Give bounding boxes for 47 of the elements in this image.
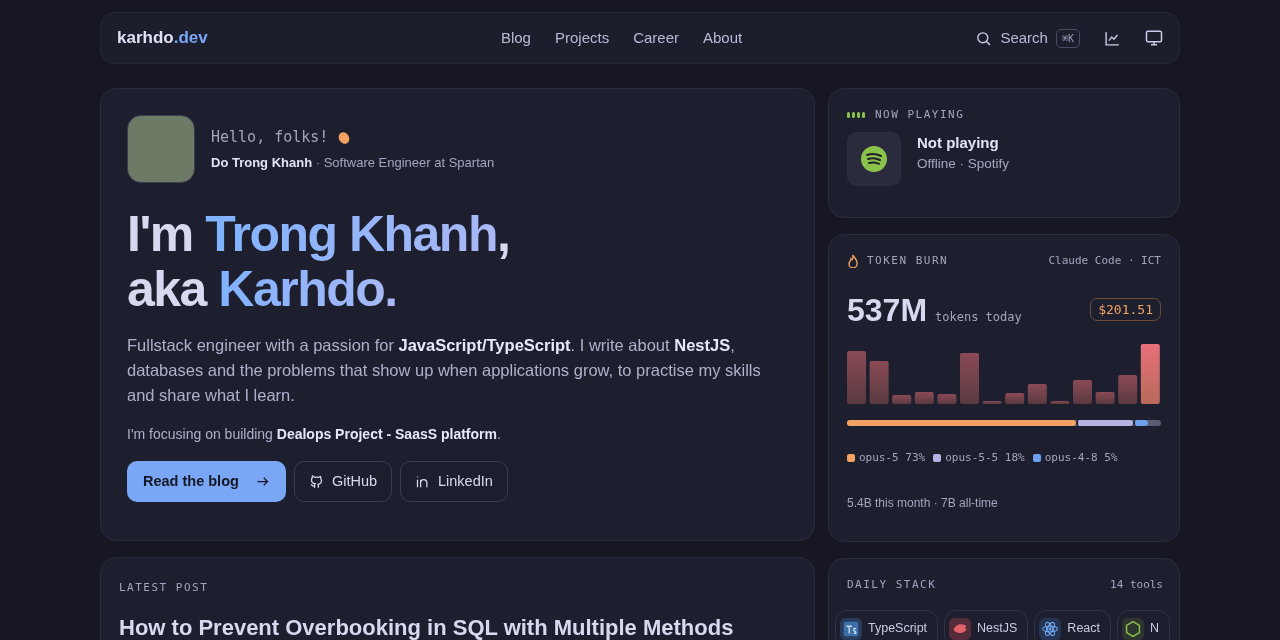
nav-link[interactable]: Blog bbox=[500, 26, 531, 50]
post-title[interactable]: How to Prevent Overbooking in SQL with Multiple Methods bbox=[119, 610, 796, 640]
author-name: Do Trong Khanh bbox=[211, 154, 313, 170]
source-label: Claude Code · ICT bbox=[1048, 253, 1161, 269]
headline: I'm Trong Khanh, aka Karhdo. bbox=[127, 207, 511, 317]
section-label: NOW PLAYING bbox=[875, 107, 965, 123]
equalizer-icon bbox=[847, 112, 867, 119]
linkedin-button[interactable]: LinkedIn bbox=[400, 461, 508, 503]
focus-text: I'm focusing on building Dealops Project - SaasS platform. bbox=[127, 425, 502, 445]
chart-icon[interactable] bbox=[1104, 29, 1121, 47]
nav-link[interactable]: About bbox=[703, 26, 743, 50]
token-total: 537M bbox=[847, 290, 928, 330]
flame-icon bbox=[847, 254, 859, 269]
nav-link[interactable]: Projects bbox=[554, 26, 610, 50]
github-icon bbox=[308, 474, 324, 490]
site-logo[interactable]: karhdo.dev bbox=[117, 25, 208, 51]
atom-icon bbox=[1039, 617, 1062, 640]
hexagon-icon bbox=[1122, 617, 1144, 640]
legend-label: opus-5 73% bbox=[859, 449, 926, 466]
tool-chip[interactable]: NestJS bbox=[944, 609, 1029, 640]
typescript-logo-icon bbox=[840, 617, 862, 640]
section-label: DAILY STACK bbox=[847, 577, 937, 593]
tool-chip[interactable]: TypeScript bbox=[835, 609, 939, 640]
photo-placeholder bbox=[127, 115, 195, 183]
legend-label: opus-4-8 5% bbox=[1044, 449, 1118, 466]
track-status: Offline · Spotify bbox=[917, 155, 1010, 173]
search-icon bbox=[975, 29, 993, 47]
section-label: LATEST POST bbox=[119, 580, 210, 596]
section-label: TOKEN BURN bbox=[867, 253, 949, 269]
spotify-icon bbox=[860, 144, 888, 173]
legend-label: opus-5-5 18% bbox=[945, 449, 1025, 466]
tool-count: 14 tools bbox=[1110, 577, 1163, 593]
usage-summary: 5.4B this month · 7B all-time bbox=[847, 495, 999, 512]
tool-chip[interactable]: N bbox=[1117, 609, 1171, 640]
search-button[interactable]: Search ⌘K bbox=[975, 26, 1080, 50]
read-blog-button[interactable]: Read the blog bbox=[127, 461, 286, 503]
cat-head-icon bbox=[949, 617, 972, 640]
monitor-icon[interactable] bbox=[1145, 29, 1163, 47]
track-title: Not playing bbox=[917, 132, 1000, 153]
author-role: · Software Engineer at Spartan bbox=[315, 154, 495, 170]
nav-link[interactable]: Career bbox=[633, 26, 679, 50]
tool-chip[interactable]: React bbox=[1034, 609, 1111, 640]
greeting: Hello, folks! bbox=[211, 127, 329, 148]
cost-badge: $201.51 bbox=[1090, 297, 1161, 322]
bio-paragraph: Fullstack engineer with a passion for JavaScript/TypeScript. I write about NestJS, databases and the problems that show up when applications grow, to practise my skills and share what I learn. bbox=[127, 335, 762, 407]
github-button[interactable]: GitHub bbox=[293, 461, 392, 503]
token-unit: tokens today bbox=[935, 308, 1022, 326]
